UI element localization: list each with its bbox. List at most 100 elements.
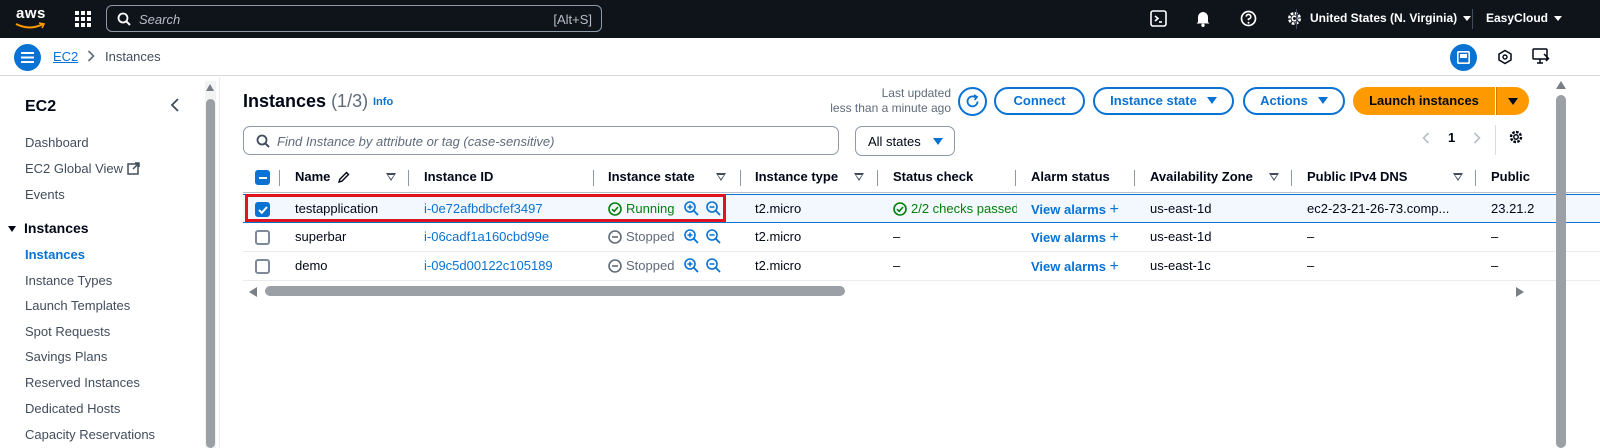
status-check-value: –	[893, 229, 901, 244]
aws-logo[interactable]: aws	[14, 4, 48, 32]
table-preferences-gear-icon[interactable]	[1508, 129, 1524, 145]
column-divider	[1015, 170, 1016, 186]
breadcrumb-ec2-link[interactable]: EC2	[53, 49, 78, 64]
public-dns: –	[1307, 229, 1315, 244]
column-divider	[593, 170, 594, 186]
sidebar-section-instances[interactable]: Instances	[8, 220, 89, 236]
sidebar-item-spot-requests[interactable]: Spot Requests	[25, 324, 110, 339]
sidebar-item-reserved-instances[interactable]: Reserved Instances	[25, 375, 140, 390]
column-header-instance-id[interactable]: Instance ID	[424, 169, 493, 184]
scroll-right-arrow-icon[interactable]	[1516, 287, 1524, 297]
scroll-left-arrow-icon[interactable]	[249, 287, 257, 297]
public-dns: –	[1307, 258, 1315, 273]
table-row[interactable]: superbar i-06cadf1a160cbd99e Stopped t2.…	[243, 223, 1600, 252]
plus-icon: +	[1109, 201, 1119, 218]
sort-caret-icon[interactable]	[386, 173, 396, 181]
sidebar-item-dashboard[interactable]: Dashboard	[25, 135, 89, 150]
column-divider	[279, 170, 280, 186]
zoom-in-icon[interactable]	[684, 258, 699, 273]
sidebar-item-events[interactable]: Events	[25, 187, 65, 202]
caret-down-icon	[1206, 97, 1217, 104]
sidebar-item-savings-plans[interactable]: Savings Plans	[25, 349, 107, 364]
zoom-out-icon[interactable]	[706, 229, 721, 244]
side-menu-toggle-button[interactable]	[14, 44, 41, 71]
sidebar-item-instance-types[interactable]: Instance Types	[25, 273, 112, 288]
instance-filter-input[interactable]: Find Instance by attribute or tag (case-…	[243, 126, 839, 155]
cloudshell-icon[interactable]	[1150, 10, 1167, 27]
instance-id-link[interactable]: i-09c5d00122c105189	[424, 258, 553, 273]
scrollbar-thumb[interactable]	[1556, 95, 1566, 448]
state-filter-select[interactable]: All states	[855, 126, 955, 156]
settings-icon[interactable]	[1286, 10, 1303, 27]
column-header-instance-state[interactable]: Instance state	[608, 169, 695, 184]
sidebar-item-label: EC2 Global View	[25, 161, 124, 176]
instance-id-link[interactable]: i-06cadf1a160cbd99e	[424, 229, 549, 244]
aws-logo-text: aws	[16, 5, 46, 22]
previous-page-icon[interactable]	[1422, 132, 1430, 144]
zoom-in-icon[interactable]	[684, 229, 699, 244]
sidebar-item-dedicated-hosts[interactable]: Dedicated Hosts	[25, 401, 120, 416]
launch-options-dropdown[interactable]	[1496, 87, 1529, 115]
collapse-nav-icon[interactable]	[170, 98, 180, 112]
view-alarms-link[interactable]: View alarms +	[1031, 258, 1119, 276]
region-selector[interactable]: United States (N. Virginia)	[1310, 11, 1472, 25]
column-header-status-check[interactable]: Status check	[893, 169, 973, 184]
sort-caret-icon[interactable]	[716, 173, 726, 181]
actions-button[interactable]: Actions	[1243, 87, 1345, 115]
column-header-availability-zone[interactable]: Availability Zone	[1150, 169, 1253, 184]
sidebar-item-capacity-reservations[interactable]: Capacity Reservations	[25, 427, 155, 442]
next-page-icon[interactable]	[1473, 132, 1481, 144]
connect-button[interactable]: Connect	[994, 87, 1085, 115]
sidenav-scrollbar[interactable]	[205, 81, 216, 448]
scroll-up-arrow-icon[interactable]	[206, 84, 214, 91]
filter-placeholder: Find Instance by attribute or tag (case-…	[277, 134, 555, 149]
sort-caret-icon[interactable]	[1453, 173, 1463, 181]
tools-panel-icon[interactable]	[1532, 48, 1550, 65]
column-header-public-dns[interactable]: Public IPv4 DNS	[1307, 169, 1407, 184]
bell-icon[interactable]	[1195, 10, 1211, 27]
global-search-input[interactable]: Search [Alt+S]	[106, 5, 602, 32]
page-number[interactable]: 1	[1448, 130, 1455, 145]
instance-name: superbar	[295, 229, 347, 244]
sidebar-item-instances[interactable]: Instances	[25, 247, 85, 262]
help-icon[interactable]	[1240, 10, 1257, 27]
launch-instances-button[interactable]: Launch instances	[1353, 87, 1495, 115]
table-row[interactable]: demo i-09c5d00122c105189 Stopped t2.micr…	[243, 252, 1600, 281]
instance-state-button[interactable]: Instance state	[1093, 87, 1234, 115]
row-checkbox[interactable]	[255, 259, 270, 274]
status-check-value: 2/2 checks passed	[893, 201, 1017, 216]
refresh-icon	[966, 94, 979, 108]
nav-divider	[1472, 9, 1473, 29]
view-alarms-link[interactable]: View alarms +	[1031, 229, 1119, 247]
services-grid-icon[interactable]	[75, 11, 91, 27]
select-all-checkbox[interactable]	[255, 170, 270, 185]
scroll-up-arrow-icon[interactable]	[1556, 81, 1566, 89]
page-vertical-scrollbar[interactable]	[1555, 81, 1567, 448]
sidebar-section-label: Instances	[24, 220, 89, 236]
selection-highlight-box	[245, 194, 726, 222]
account-menu[interactable]: EasyCloud	[1486, 11, 1563, 25]
sort-caret-icon[interactable]	[854, 173, 864, 181]
info-link[interactable]: Info	[373, 96, 393, 108]
zoom-out-icon[interactable]	[706, 258, 721, 273]
split-panel-button[interactable]	[1450, 44, 1477, 71]
instance-state-label: Instance state	[1110, 93, 1197, 108]
scrollbar-thumb[interactable]	[206, 99, 215, 448]
table-horizontal-scrollbar[interactable]	[243, 285, 1533, 297]
scrollbar-thumb[interactable]	[265, 286, 845, 296]
row-checkbox[interactable]	[255, 230, 270, 245]
column-header-name[interactable]: Name	[295, 169, 350, 184]
view-alarms-label: View alarms	[1031, 230, 1106, 245]
sort-caret-icon[interactable]	[1269, 173, 1279, 181]
column-header-public-ip[interactable]: Public	[1491, 169, 1530, 184]
column-header-instance-type[interactable]: Instance type	[755, 169, 838, 184]
view-alarms-link[interactable]: View alarms +	[1031, 201, 1119, 219]
sidebar-item-launch-templates[interactable]: Launch Templates	[25, 298, 130, 313]
sidebar-item-global-view[interactable]: EC2 Global View	[25, 161, 140, 176]
search-placeholder: Search	[139, 12, 181, 27]
status-indicator-icon[interactable]	[1497, 49, 1513, 65]
refresh-button[interactable]	[958, 87, 987, 116]
search-icon	[117, 12, 131, 26]
column-header-alarm-status[interactable]: Alarm status	[1031, 169, 1110, 184]
breadcrumb-current: Instances	[105, 49, 161, 64]
